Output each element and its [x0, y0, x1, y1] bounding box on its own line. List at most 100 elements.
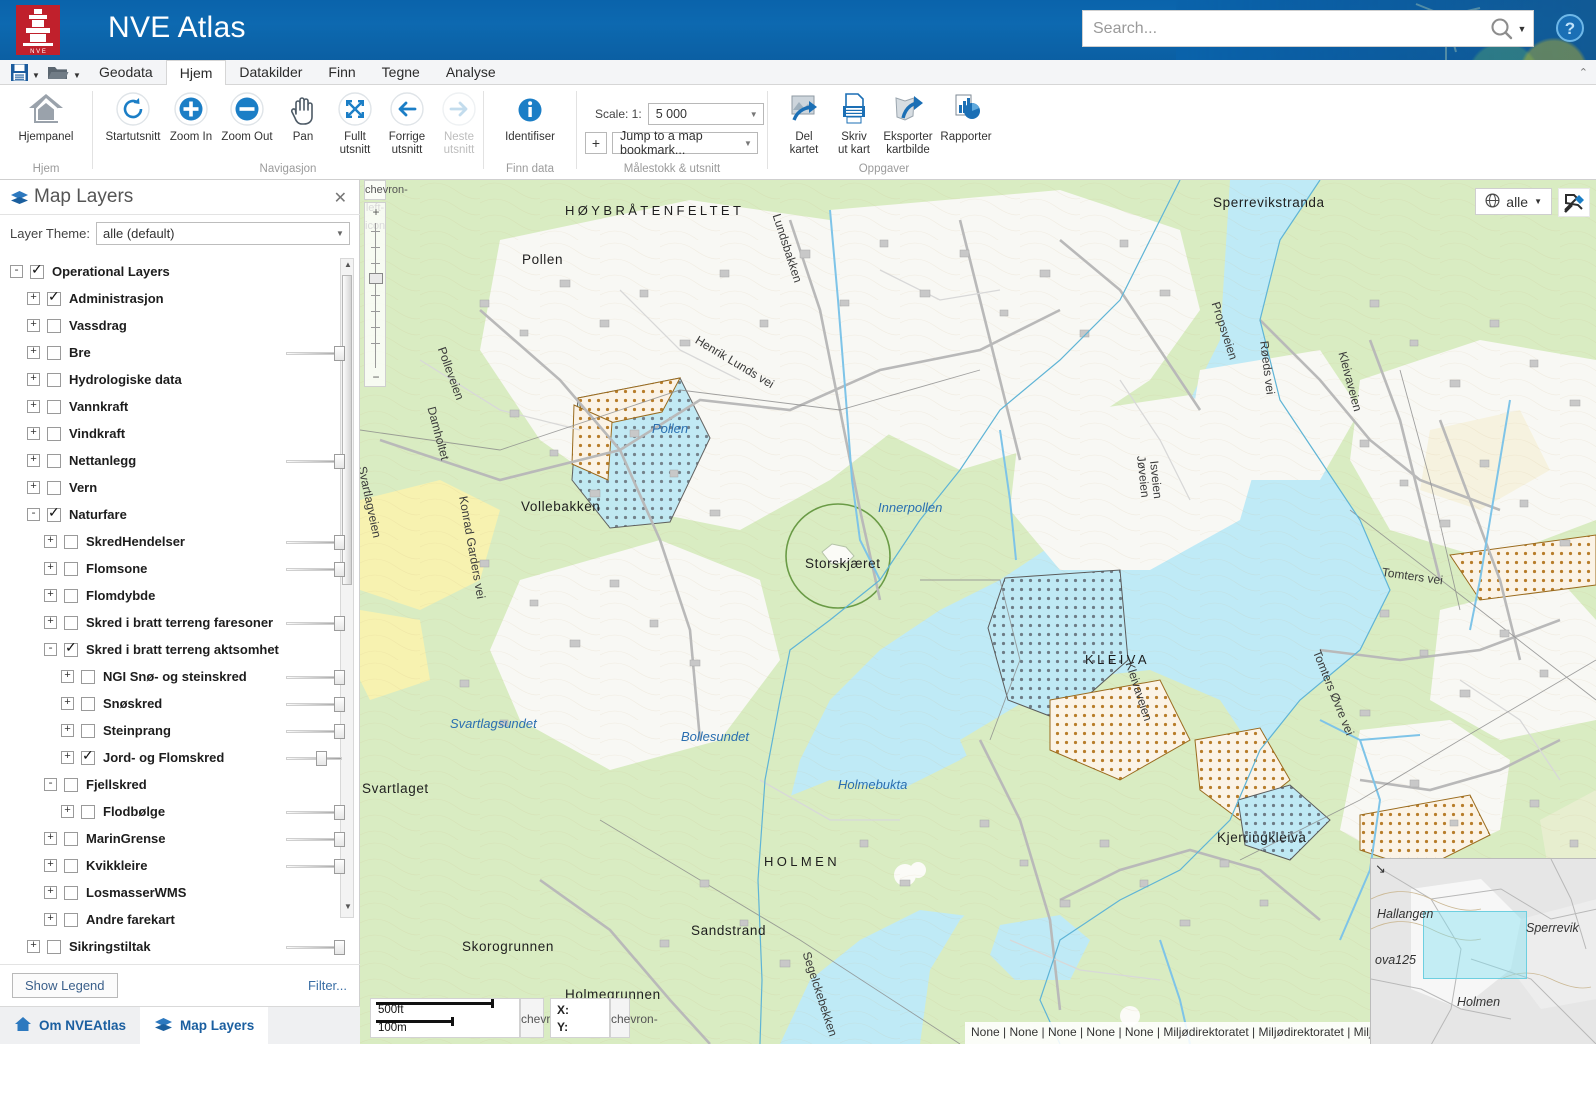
- layer-tree-item-skred-i-bratt-terreng-aktsomhet[interactable]: - Skred i bratt terreng aktsomhet: [0, 636, 360, 663]
- expand-plus-icon[interactable]: +: [27, 454, 40, 467]
- layer-tree-item-kvikkleire[interactable]: + Kvikkleire: [0, 852, 360, 879]
- layer-checkbox[interactable]: [47, 289, 61, 306]
- layer-checkbox[interactable]: [47, 399, 61, 414]
- save-disk-icon[interactable]: [10, 63, 29, 85]
- identifiser-button[interactable]: Identifiser: [500, 90, 560, 144]
- layer-tree-item-bre[interactable]: + Bre: [0, 339, 360, 366]
- layer-opacity-slider[interactable]: [286, 832, 346, 847]
- expand-plus-icon[interactable]: +: [61, 724, 74, 737]
- tab-hjem[interactable]: Hjem: [165, 60, 227, 86]
- layer-tree-item-flodb-lge[interactable]: + Flodbølge: [0, 798, 360, 825]
- layer-checkbox[interactable]: [64, 831, 78, 846]
- chevron-down-icon[interactable]: ▼: [745, 110, 763, 119]
- layer-opacity-slider[interactable]: [286, 346, 346, 361]
- search-box[interactable]: ▼: [1082, 10, 1534, 47]
- layer-tree-item-skred-i-bratt-terreng-faresoner[interactable]: + Skred i bratt terreng faresoner: [0, 609, 360, 636]
- bookmark-select[interactable]: Jump to a map bookmark... ▼: [612, 129, 758, 157]
- layer-tree-item-flomdybde[interactable]: + Flomdybde: [0, 582, 360, 609]
- layer-checkbox[interactable]: [81, 669, 95, 684]
- map-prev-extent-button[interactable]: chevron-left-icon: [364, 180, 408, 232]
- expand-plus-icon[interactable]: +: [61, 670, 74, 683]
- add-bookmark-button[interactable]: +: [585, 132, 607, 154]
- chevron-down-icon[interactable]: ▼: [331, 229, 349, 238]
- forrige-utsnitt-button[interactable]: Forrige utsnitt: [377, 90, 437, 156]
- layer-checkbox[interactable]: [47, 318, 61, 333]
- layer-checkbox[interactable]: [81, 723, 95, 738]
- layer-tree-item-naturfare[interactable]: - Naturfare: [0, 501, 360, 528]
- rapporter-button[interactable]: Rapporter: [936, 90, 996, 144]
- scalebar-prev-button[interactable]: chevron-left-icon: [520, 998, 568, 1038]
- close-icon[interactable]: ✕: [334, 188, 347, 208]
- zoom-in-icon[interactable]: +: [365, 205, 387, 219]
- layer-tree-item-operational-layers[interactable]: - Operational Layers: [0, 258, 360, 285]
- layer-opacity-slider[interactable]: [286, 616, 346, 631]
- layer-opacity-slider[interactable]: [286, 724, 346, 739]
- bottom-tab-om-nveatlas[interactable]: Om NVEAtlas: [0, 1007, 140, 1044]
- layer-checkbox[interactable]: [64, 777, 78, 792]
- zoom-out-icon[interactable]: −: [365, 370, 387, 384]
- scale-input[interactable]: 5 000 ▼: [647, 103, 764, 125]
- layer-tree-item-vannkraft[interactable]: + Vannkraft: [0, 393, 360, 420]
- expand-plus-icon[interactable]: +: [27, 940, 40, 953]
- slider-thumb[interactable]: [334, 805, 345, 820]
- search-input[interactable]: [1083, 12, 1487, 45]
- slider-thumb[interactable]: [334, 724, 345, 739]
- layer-opacity-slider[interactable]: [286, 562, 346, 577]
- zoom-in-button[interactable]: Zoom In: [161, 90, 221, 144]
- slider-thumb[interactable]: [334, 562, 345, 577]
- layer-checkbox[interactable]: [47, 453, 61, 468]
- layer-tree-item-administrasjon[interactable]: + Administrasjon: [0, 285, 360, 312]
- expand-plus-icon[interactable]: +: [44, 913, 57, 926]
- layer-opacity-slider[interactable]: [286, 535, 346, 550]
- filter-link[interactable]: Filter...: [308, 978, 347, 993]
- layer-tree-item-sn-skred[interactable]: + Snøskred: [0, 690, 360, 717]
- layer-tree-item-hydrologiske-data[interactable]: + Hydrologiske data: [0, 366, 360, 393]
- layer-checkbox[interactable]: [64, 534, 78, 549]
- layer-checkbox[interactable]: [47, 345, 61, 360]
- layer-checkbox[interactable]: [47, 505, 61, 522]
- eksporter-kartbilde-button[interactable]: Eksporter kartbilde: [878, 90, 938, 156]
- expand-plus-icon[interactable]: +: [44, 535, 57, 548]
- folder-open-icon[interactable]: [47, 63, 69, 85]
- slider-thumb[interactable]: [334, 616, 345, 631]
- expand-plus-icon[interactable]: +: [44, 832, 57, 845]
- expand-plus-icon[interactable]: +: [27, 427, 40, 440]
- slider-thumb[interactable]: [334, 697, 345, 712]
- expand-plus-icon[interactable]: +: [44, 886, 57, 899]
- collapse-minus-icon[interactable]: -: [44, 778, 57, 791]
- layer-tree-item-fjellskred[interactable]: - Fjellskred: [0, 771, 360, 798]
- collapse-minus-icon[interactable]: -: [10, 265, 23, 278]
- overview-extent-rect[interactable]: [1423, 911, 1527, 979]
- layer-opacity-slider[interactable]: [286, 697, 346, 712]
- layer-checkbox[interactable]: [30, 262, 44, 279]
- pan-button[interactable]: Pan: [273, 90, 333, 144]
- expand-plus-icon[interactable]: +: [27, 400, 40, 413]
- show-legend-button[interactable]: Show Legend: [12, 973, 118, 998]
- slider-thumb[interactable]: [334, 832, 345, 847]
- overview-map[interactable]: ↘ Hallangen Sperrevik ova125 Holmen: [1370, 858, 1596, 1044]
- layer-opacity-slider[interactable]: [286, 454, 346, 469]
- layer-checkbox[interactable]: [47, 372, 61, 387]
- slider-thumb[interactable]: [334, 535, 345, 550]
- layer-checkbox[interactable]: [64, 615, 78, 630]
- collapse-minus-icon[interactable]: -: [44, 643, 57, 656]
- layer-tree-item-flomsone[interactable]: + Flomsone: [0, 555, 360, 582]
- layer-opacity-slider[interactable]: [286, 805, 346, 820]
- expand-plus-icon[interactable]: +: [44, 616, 57, 629]
- slider-thumb[interactable]: [334, 940, 345, 955]
- startutsnitt-button[interactable]: Startutsnitt: [103, 90, 163, 144]
- layer-tree-item-skredhendelser[interactable]: + SkredHendelser: [0, 528, 360, 555]
- layer-opacity-slider[interactable]: [286, 670, 346, 685]
- tab-finn[interactable]: Finn: [315, 60, 368, 85]
- help-question-icon[interactable]: ?: [1556, 14, 1584, 42]
- zoom-out-button[interactable]: Zoom Out: [217, 90, 277, 144]
- layer-tree-item-jord-og-flomskred[interactable]: + Jord- og Flomskred: [0, 744, 360, 771]
- layer-tree-item-sikringstiltak[interactable]: + Sikringstiltak: [0, 933, 360, 960]
- layer-opacity-slider[interactable]: [286, 751, 346, 766]
- chevron-down-icon[interactable]: ▼: [1517, 24, 1533, 34]
- layer-checkbox[interactable]: [47, 480, 61, 495]
- layer-tree-item-vassdrag[interactable]: + Vassdrag: [0, 312, 360, 339]
- expand-plus-icon[interactable]: +: [44, 562, 57, 575]
- tab-geodata[interactable]: Geodata: [86, 60, 166, 85]
- layer-checkbox[interactable]: [64, 588, 78, 603]
